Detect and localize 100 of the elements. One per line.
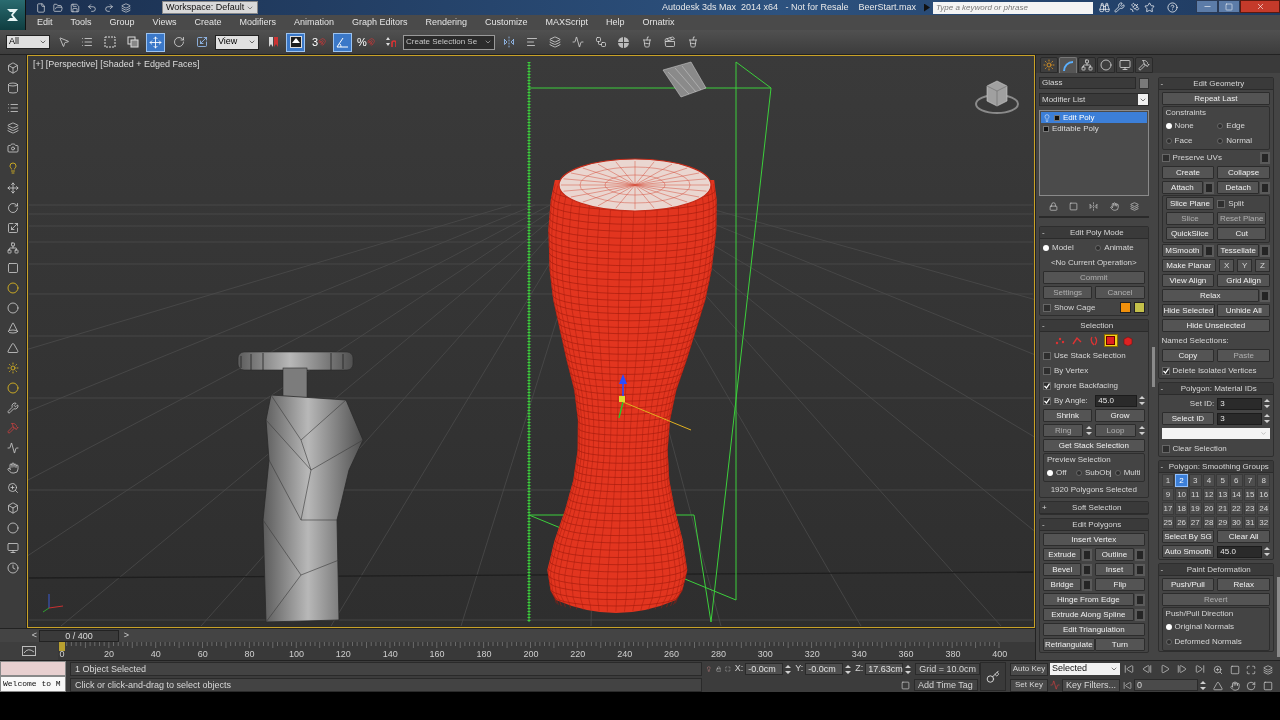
- menu-item[interactable]: Modifiers: [239, 15, 276, 30]
- command-button[interactable]: Clear All: [1217, 530, 1271, 543]
- menu-item[interactable]: Views: [152, 15, 177, 30]
- number-field[interactable]: 45.0: [1217, 545, 1263, 558]
- smoothing-group-button[interactable]: 15: [1243, 488, 1257, 501]
- command-button[interactable]: Turn: [1095, 638, 1145, 651]
- command-button[interactable]: Unhide All: [1217, 304, 1271, 317]
- smoothing-group-button[interactable]: 13: [1216, 488, 1229, 501]
- command-button[interactable]: Slice Plane: [1165, 197, 1215, 210]
- smoothing-group-button[interactable]: 29: [1216, 516, 1229, 529]
- smoothing-group-button[interactable]: 9: [1161, 488, 1175, 501]
- command-button[interactable]: Hinge From Edge: [1043, 593, 1134, 606]
- coordinate-dropdown[interactable]: View: [215, 34, 259, 50]
- command-button[interactable]: Collapse: [1217, 166, 1271, 179]
- rollout-header[interactable]: - Edit Polygons: [1040, 519, 1148, 531]
- number-field[interactable]: 3: [1217, 397, 1263, 410]
- menu-item[interactable]: Ornatrix: [642, 15, 675, 30]
- menu-item[interactable]: Rendering: [425, 15, 468, 30]
- smoothing-group-button[interactable]: 30: [1230, 516, 1243, 529]
- viewport-label[interactable]: [+] [Perspective] [Shaded + Edged Faces]: [33, 58, 200, 72]
- menu-item[interactable]: Customize: [485, 15, 528, 30]
- smoothing-group-button[interactable]: 14: [1230, 488, 1243, 501]
- object-name-field[interactable]: Glass: [1039, 77, 1136, 89]
- named-selection-dropdown[interactable]: Create Selection Se: [403, 34, 495, 50]
- command-button[interactable]: Auto Smooth: [1161, 545, 1215, 558]
- rollout-header[interactable]: - Paint Deformation: [1158, 564, 1274, 576]
- viewport[interactable]: [+] [Perspective] [Shaded + Edged Faces]: [27, 55, 1035, 628]
- time-slider-thumb[interactable]: 0 / 400: [39, 629, 119, 642]
- frame-field[interactable]: 0: [1134, 679, 1198, 691]
- stack-item[interactable]: Editable Poly: [1041, 123, 1147, 134]
- smoothing-group-button[interactable]: 23: [1243, 502, 1257, 515]
- rollout-header[interactable]: - Edit Geometry: [1158, 78, 1274, 90]
- command-button[interactable]: Extrude Along Spline: [1043, 608, 1134, 621]
- menu-item[interactable]: Graph Editors: [351, 15, 408, 30]
- command-button[interactable]: Create: [1161, 166, 1215, 179]
- command-button[interactable]: Grid Align: [1217, 274, 1271, 287]
- axis-button[interactable]: Y: [1237, 259, 1253, 272]
- auto-key-button[interactable]: Auto Key: [1010, 662, 1048, 676]
- command-button[interactable]: Hide Unselected: [1161, 319, 1271, 332]
- key-mode-dropdown[interactable]: Selected: [1050, 663, 1120, 675]
- smoothing-group-button[interactable]: 21: [1216, 502, 1229, 515]
- command-button[interactable]: Select ID: [1161, 412, 1215, 425]
- smoothing-group-button[interactable]: 11: [1188, 488, 1202, 501]
- command-button[interactable]: Flip: [1095, 578, 1145, 591]
- track-bar[interactable]: 0 20 40 60 80 100 120 140 160 180 200 220 240 260 280 300 320 340 360 380 400: [58, 642, 1035, 660]
- rollout-header[interactable]: + Soft Selection: [1040, 502, 1148, 514]
- time-tag-field[interactable]: Add Time Tag: [914, 679, 978, 691]
- command-button[interactable]: Shrink: [1043, 409, 1093, 422]
- search-field[interactable]: Type a keyword or phrase: [933, 1, 1093, 14]
- menu-item[interactable]: Create: [194, 15, 222, 30]
- command-button[interactable]: Copy: [1161, 349, 1215, 362]
- command-button[interactable]: Attach: [1161, 181, 1204, 194]
- menu-item[interactable]: Help: [606, 15, 625, 30]
- smoothing-group-button[interactable]: 32: [1257, 516, 1271, 529]
- rollout-header[interactable]: - Edit Poly Mode: [1040, 227, 1148, 239]
- smoothing-group-button[interactable]: 5: [1216, 474, 1229, 487]
- axis-button[interactable]: Z: [1255, 259, 1271, 272]
- coordinate-field[interactable]: -0.0cm: [745, 663, 784, 675]
- smoothing-group-button[interactable]: 31: [1243, 516, 1257, 529]
- command-button[interactable]: Detach: [1217, 181, 1260, 194]
- workspace-dropdown[interactable]: Workspace: Default: [162, 1, 258, 14]
- smoothing-group-button[interactable]: 12: [1202, 488, 1216, 501]
- axis-button[interactable]: X: [1219, 259, 1235, 272]
- stack-item[interactable]: Edit Poly: [1041, 112, 1147, 123]
- command-button[interactable]: Bridge: [1043, 578, 1082, 591]
- rollout-header[interactable]: - Polygon: Material IDs: [1158, 383, 1274, 395]
- smoothing-group-button[interactable]: 8: [1257, 474, 1271, 487]
- rollout-header[interactable]: - Selection: [1040, 320, 1148, 332]
- command-button[interactable]: Grow: [1095, 409, 1145, 422]
- command-button[interactable]: Cut: [1217, 227, 1267, 240]
- smoothing-group-button[interactable]: 10: [1175, 488, 1188, 501]
- smoothing-group-button[interactable]: 2: [1175, 474, 1188, 487]
- menu-item[interactable]: Tools: [70, 15, 92, 30]
- command-button[interactable]: Repeat Last: [1161, 92, 1271, 105]
- key-filters-button[interactable]: Key Filters...: [1062, 678, 1120, 692]
- coordinate-field[interactable]: -0.0cm: [805, 663, 844, 675]
- smoothing-group-button[interactable]: 25: [1161, 516, 1175, 529]
- smoothing-group-button[interactable]: 1: [1161, 474, 1175, 487]
- smoothing-group-button[interactable]: 26: [1175, 516, 1188, 529]
- menu-item[interactable]: Animation: [293, 15, 334, 30]
- command-button[interactable]: Get Stack Selection: [1043, 439, 1145, 452]
- command-button[interactable]: Outline: [1095, 548, 1134, 561]
- snap-toggle-button[interactable]: %: [356, 32, 376, 52]
- command-button[interactable]: Relax: [1217, 578, 1271, 591]
- snap-toggle-button[interactable]: 3: [309, 32, 329, 52]
- command-button[interactable]: Hide Selected: [1161, 304, 1216, 317]
- menu-item[interactable]: MAXScript: [545, 15, 589, 30]
- smoothing-group-button[interactable]: 3: [1188, 474, 1202, 487]
- smoothing-group-button[interactable]: 22: [1230, 502, 1243, 515]
- selection-filter-dropdown[interactable]: All: [6, 35, 50, 49]
- command-button[interactable]: Select By SG: [1161, 530, 1215, 543]
- command-button[interactable]: Push/Pull: [1161, 578, 1215, 591]
- smoothing-group-button[interactable]: 16: [1257, 488, 1271, 501]
- smoothing-group-button[interactable]: 28: [1202, 516, 1216, 529]
- smoothing-group-button[interactable]: 24: [1257, 502, 1271, 515]
- command-button[interactable]: MSmooth: [1161, 244, 1204, 257]
- smoothing-group-button[interactable]: 18: [1175, 502, 1188, 515]
- command-button[interactable]: Bevel: [1043, 563, 1082, 576]
- smoothing-group-button[interactable]: 20: [1202, 502, 1216, 515]
- command-button[interactable]: Retriangulate: [1043, 638, 1095, 651]
